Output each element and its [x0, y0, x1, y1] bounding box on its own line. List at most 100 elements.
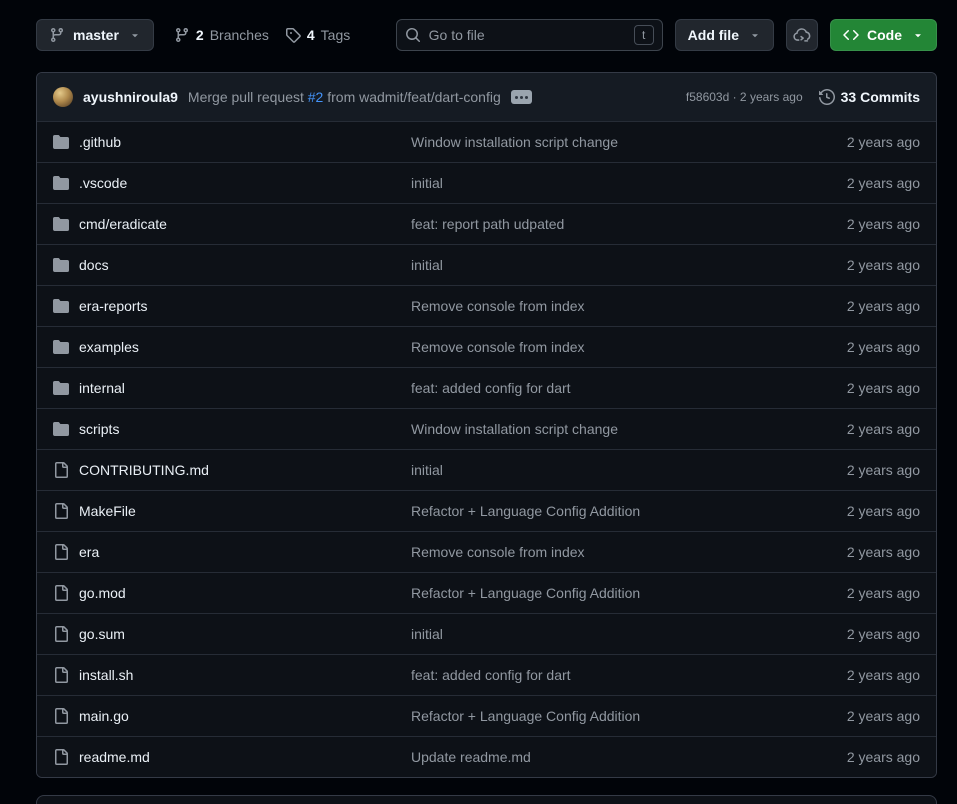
commit-age[interactable]: 2 years ago — [760, 175, 920, 191]
chevron-down-icon — [129, 29, 141, 41]
file-name[interactable]: go.sum — [79, 626, 125, 642]
commit-age[interactable]: 2 years ago — [760, 339, 920, 355]
commit-age[interactable]: 2 years ago — [760, 257, 920, 273]
commit-age[interactable]: 2 years ago — [760, 667, 920, 683]
table-row[interactable]: install.sh feat: added config for dart 2… — [37, 654, 936, 695]
file-name[interactable]: .vscode — [79, 175, 127, 191]
commit-age[interactable]: 2 years ago — [760, 216, 920, 232]
git-branch-icon — [49, 27, 65, 43]
commit-age[interactable]: 2 years ago — [760, 380, 920, 396]
table-row[interactable]: era-reports Remove console from index 2 … — [37, 285, 936, 326]
commit-message-cell[interactable]: Update readme.md — [411, 749, 760, 765]
table-row[interactable]: internal feat: added config for dart 2 y… — [37, 367, 936, 408]
tags-link[interactable]: 4 Tags — [285, 27, 350, 43]
repo-toolbar: master 2 Branches 4 Tags t Add file — [0, 0, 957, 51]
table-row[interactable]: go.sum initial 2 years ago — [37, 613, 936, 654]
folder-icon — [53, 421, 69, 437]
table-row[interactable]: readme.md Update readme.md 2 years ago — [37, 736, 936, 777]
commit-age[interactable]: 2 years ago — [760, 503, 920, 519]
commit-message-cell[interactable]: initial — [411, 175, 760, 191]
file-table-body: .github Window installation script chang… — [37, 121, 936, 777]
file-name[interactable]: scripts — [79, 421, 119, 437]
file-name[interactable]: main.go — [79, 708, 129, 724]
table-row[interactable]: scripts Window installation script chang… — [37, 408, 936, 449]
file-name[interactable]: install.sh — [79, 667, 133, 683]
table-row[interactable]: .vscode initial 2 years ago — [37, 162, 936, 203]
ref-stats: 2 Branches 4 Tags — [174, 27, 350, 43]
file-name[interactable]: era-reports — [79, 298, 147, 314]
kebab-horizontal-icon[interactable] — [511, 90, 532, 104]
commit-age[interactable]: 2 years ago — [760, 708, 920, 724]
commit-message-cell[interactable]: Remove console from index — [411, 544, 760, 560]
commit-sha-age-link[interactable]: f58603d · 2 years ago — [686, 90, 803, 104]
file-name[interactable]: era — [79, 544, 99, 560]
commit-author-link[interactable]: ayushniroula9 — [83, 89, 178, 105]
file-name-cell: examples — [53, 339, 411, 355]
table-row[interactable]: era Remove console from index 2 years ag… — [37, 531, 936, 572]
file-name[interactable]: .github — [79, 134, 121, 150]
table-row[interactable]: docs initial 2 years ago — [37, 244, 936, 285]
commit-message-cell[interactable]: Refactor + Language Config Addition — [411, 708, 760, 724]
git-branch-icon — [174, 27, 190, 43]
search-input[interactable] — [429, 27, 626, 43]
commit-message-cell[interactable]: initial — [411, 257, 760, 273]
commit-message-cell[interactable]: feat: added config for dart — [411, 380, 760, 396]
commit-age[interactable]: 2 years ago — [760, 421, 920, 437]
commit-age[interactable]: 2 years ago — [760, 749, 920, 765]
file-icon — [53, 503, 69, 519]
commit-age[interactable]: 2 years ago — [760, 298, 920, 314]
avatar[interactable] — [53, 87, 73, 107]
file-name[interactable]: readme.md — [79, 749, 150, 765]
code-icon — [843, 27, 859, 43]
folder-icon — [53, 216, 69, 232]
table-row[interactable]: .github Window installation script chang… — [37, 121, 936, 162]
branches-link[interactable]: 2 Branches — [174, 27, 269, 43]
file-name[interactable]: cmd/eradicate — [79, 216, 167, 232]
commit-age[interactable]: 2 years ago — [760, 134, 920, 150]
commit-message-cell[interactable]: feat: report path udpated — [411, 216, 760, 232]
commit-age[interactable]: 2 years ago — [760, 585, 920, 601]
table-row[interactable]: go.mod Refactor + Language Config Additi… — [37, 572, 936, 613]
commit-message-cell[interactable]: Remove console from index — [411, 339, 760, 355]
commit-message-cell[interactable]: Remove console from index — [411, 298, 760, 314]
tags-label: Tags — [321, 27, 351, 43]
commit-message: Merge pull request #2 from wadmit/feat/d… — [188, 89, 501, 105]
tag-icon — [285, 27, 301, 43]
file-name-cell: go.mod — [53, 585, 411, 601]
codespaces-cloud-button[interactable] — [786, 19, 818, 51]
table-row[interactable]: CONTRIBUTING.md initial 2 years ago — [37, 449, 936, 490]
commit-message-cell[interactable]: feat: added config for dart — [411, 667, 760, 683]
readme-section-top — [36, 795, 937, 804]
commit-age[interactable]: 2 years ago — [760, 462, 920, 478]
tags-count: 4 — [307, 27, 315, 43]
folder-icon — [53, 175, 69, 191]
branch-selector-button[interactable]: master — [36, 19, 154, 51]
add-file-button[interactable]: Add file — [675, 19, 774, 51]
file-name[interactable]: MakeFile — [79, 503, 136, 519]
file-name[interactable]: CONTRIBUTING.md — [79, 462, 209, 478]
file-name[interactable]: internal — [79, 380, 125, 396]
file-name[interactable]: go.mod — [79, 585, 126, 601]
commit-message-cell[interactable]: Window installation script change — [411, 134, 760, 150]
commit-message-cell[interactable]: Refactor + Language Config Addition — [411, 585, 760, 601]
go-to-file-search[interactable]: t — [396, 19, 663, 51]
file-name[interactable]: examples — [79, 339, 139, 355]
pr-number-link[interactable]: #2 — [308, 89, 324, 105]
table-row[interactable]: examples Remove console from index 2 yea… — [37, 326, 936, 367]
branches-label: Branches — [210, 27, 269, 43]
file-name-cell: era — [53, 544, 411, 560]
commit-message-cell[interactable]: initial — [411, 626, 760, 642]
commit-age[interactable]: 2 years ago — [760, 544, 920, 560]
commit-message-cell[interactable]: initial — [411, 462, 760, 478]
code-button[interactable]: Code — [830, 19, 937, 51]
table-row[interactable]: MakeFile Refactor + Language Config Addi… — [37, 490, 936, 531]
file-name[interactable]: docs — [79, 257, 109, 273]
commit-history-link[interactable]: 33 Commits — [819, 89, 920, 105]
file-icon — [53, 708, 69, 724]
file-icon — [53, 667, 69, 683]
table-row[interactable]: cmd/eradicate feat: report path udpated … — [37, 203, 936, 244]
commit-message-cell[interactable]: Refactor + Language Config Addition — [411, 503, 760, 519]
commit-age[interactable]: 2 years ago — [760, 626, 920, 642]
commit-message-cell[interactable]: Window installation script change — [411, 421, 760, 437]
table-row[interactable]: main.go Refactor + Language Config Addit… — [37, 695, 936, 736]
